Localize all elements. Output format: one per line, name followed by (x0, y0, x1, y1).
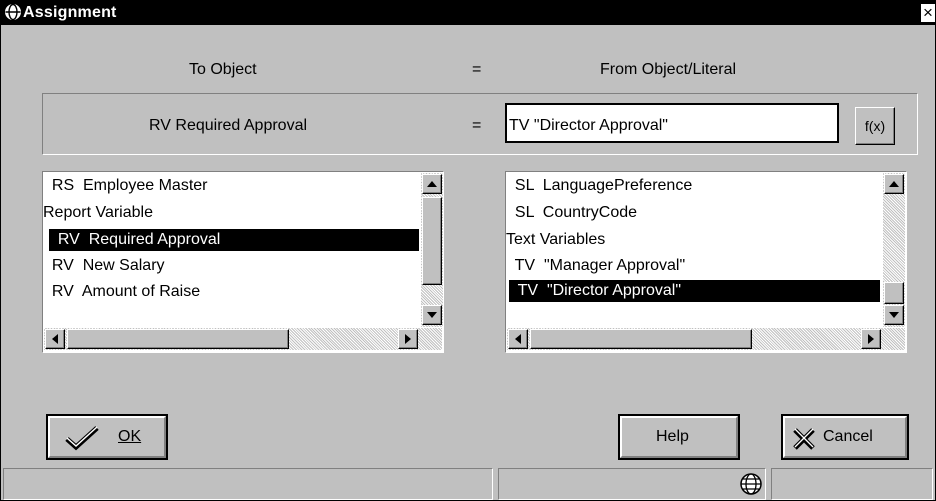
scroll-thumb-horizontal[interactable] (530, 329, 752, 349)
scroll-up-button[interactable] (422, 174, 442, 194)
right-arrow-icon (405, 334, 411, 344)
list-item-selected[interactable]: TV "Director Approval" (509, 280, 880, 302)
left-arrow-icon (52, 334, 58, 344)
list-item[interactable]: Text Variables (506, 229, 880, 251)
checkmark-icon (65, 426, 99, 451)
list-item-selected[interactable]: RV Required Approval (49, 229, 419, 251)
list-item[interactable]: TV "Manager Approval" (506, 255, 880, 277)
list-item[interactable]: Report Variable (43, 202, 419, 224)
scroll-up-button[interactable] (884, 174, 904, 194)
help-label: Help (656, 428, 689, 445)
list-item[interactable]: RV New Salary (43, 255, 419, 277)
close-icon[interactable]: × (921, 4, 935, 22)
help-button[interactable]: Help (618, 414, 740, 460)
up-arrow-icon (889, 181, 899, 187)
header-equals: = (472, 61, 482, 78)
list-item[interactable]: SL LanguagePreference (506, 175, 880, 197)
x-icon (793, 428, 815, 450)
list-item[interactable]: RS Employee Master (43, 175, 419, 197)
status-pane-right (771, 468, 933, 500)
ok-label: OK (118, 428, 142, 445)
ok-button[interactable]: OK (46, 414, 168, 460)
list-item[interactable]: RV Amount of Raise (43, 281, 419, 303)
scroll-right-button[interactable] (398, 329, 418, 349)
globe-icon (5, 3, 21, 21)
scroll-left-button[interactable] (45, 329, 65, 349)
scroll-left-button[interactable] (508, 329, 528, 349)
scroll-right-button[interactable] (861, 329, 881, 349)
from-object-field[interactable]: TV "Director Approval" (505, 103, 839, 143)
fx-label: f(x) (864, 118, 886, 134)
cancel-button[interactable]: Cancel (781, 414, 909, 460)
list-item[interactable]: SL CountryCode (506, 202, 880, 224)
scroll-thumb-horizontal[interactable] (67, 329, 289, 349)
scroll-down-button[interactable] (422, 305, 442, 325)
to-object-value: RV Required Approval (149, 117, 308, 134)
left-arrow-icon (515, 334, 521, 344)
cancel-label: Cancel (823, 428, 873, 445)
globe-icon (740, 473, 762, 495)
to-object-header: To Object (189, 61, 257, 78)
from-object-value: TV "Director Approval" (509, 117, 668, 134)
fx-button[interactable]: f(x) (855, 107, 895, 145)
scroll-thumb[interactable] (422, 197, 442, 285)
up-arrow-icon (427, 181, 437, 187)
title-bar[interactable]: Assignment × (1, 1, 935, 25)
right-arrow-icon (868, 334, 874, 344)
down-arrow-icon (889, 312, 899, 318)
assignment-equals: = (472, 117, 482, 134)
scroll-down-button[interactable] (884, 305, 904, 325)
status-pane-left (3, 468, 493, 500)
window-title: Assignment (23, 4, 117, 21)
assignment-window: Assignment × To Object = From Object/Lit… (0, 0, 936, 501)
status-pane-middle (498, 468, 766, 500)
down-arrow-icon (427, 312, 437, 318)
scroll-thumb[interactable] (884, 282, 904, 304)
from-object-header: From Object/Literal (600, 61, 737, 78)
